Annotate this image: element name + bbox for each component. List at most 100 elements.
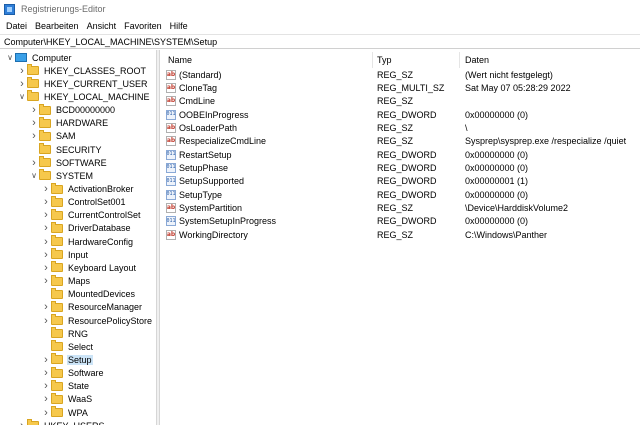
tree-node-label[interactable]: HKEY_CLASSES_ROOT bbox=[43, 66, 147, 76]
tree-node-label[interactable]: Setup bbox=[67, 354, 93, 365]
value-row[interactable]: ab SystemPartition REG_SZ \Device\HarddiskV… bbox=[160, 202, 640, 215]
chevron-right-icon[interactable]: › bbox=[41, 406, 51, 419]
chevron-right-icon[interactable]: › bbox=[41, 248, 51, 261]
value-row[interactable]: ab CloneTag REG_MULTI_SZ Sat May 07 05:28:2… bbox=[160, 81, 640, 94]
tree-node-label[interactable]: CurrentControlSet bbox=[67, 210, 142, 220]
column-header-name[interactable]: Name bbox=[168, 52, 192, 68]
value-name-cell[interactable]: 011 OOBEInProgress bbox=[166, 108, 249, 121]
tree-node[interactable]: › ResourceManager bbox=[41, 300, 143, 314]
value-name-cell[interactable]: 011 SetupPhase bbox=[166, 161, 228, 174]
tree-node-label[interactable]: Input bbox=[67, 250, 89, 260]
value-list[interactable]: Name Typ Daten ab (Standard) REG_SZ (Wert n… bbox=[160, 50, 640, 425]
menu-item-1[interactable]: Bearbeiten bbox=[31, 21, 83, 31]
value-name-cell[interactable]: ab CmdLine bbox=[166, 95, 215, 108]
chevron-down-icon[interactable]: ∨ bbox=[29, 169, 39, 182]
tree-node[interactable]: › DriverDatabase bbox=[41, 221, 132, 235]
tree-node-label[interactable]: Keyboard Layout bbox=[67, 263, 137, 273]
tree-node-label[interactable]: HKEY_USERS bbox=[43, 421, 106, 425]
tree-node[interactable]: › ControlSet001 bbox=[41, 195, 127, 209]
chevron-right-icon[interactable]: › bbox=[41, 196, 51, 209]
tree-node[interactable]: RNG bbox=[41, 327, 89, 340]
chevron-right-icon[interactable]: › bbox=[41, 314, 51, 327]
address-bar[interactable]: Computer\HKEY_LOCAL_MACHINE\SYSTEM\Setup bbox=[0, 34, 640, 49]
chevron-right-icon[interactable]: › bbox=[29, 117, 39, 130]
value-name-cell[interactable]: 011 SetupSupported bbox=[166, 175, 244, 188]
tree-node-label[interactable]: Software bbox=[67, 368, 105, 378]
tree-node[interactable]: SECURITY bbox=[29, 143, 103, 156]
value-name-cell[interactable]: ab SystemPartition bbox=[166, 202, 242, 215]
value-name-cell[interactable]: 011 SetupType bbox=[166, 188, 222, 201]
tree-node-label[interactable]: MountedDevices bbox=[67, 289, 136, 299]
tree-node[interactable]: › HKEY_CLASSES_ROOT bbox=[17, 64, 147, 77]
tree-node-label[interactable]: SAM bbox=[55, 131, 77, 141]
value-row[interactable]: ab (Standard) REG_SZ (Wert nicht festgelegt… bbox=[160, 68, 640, 81]
tree-node-label[interactable]: ControlSet001 bbox=[67, 197, 127, 207]
chevron-right-icon[interactable]: › bbox=[41, 393, 51, 406]
tree-node-label[interactable]: State bbox=[67, 381, 90, 391]
tree-node[interactable]: MountedDevices bbox=[41, 287, 136, 301]
tree-node-label[interactable]: Maps bbox=[67, 276, 91, 286]
tree-node-label[interactable]: SYSTEM bbox=[55, 171, 94, 181]
tree-node[interactable]: › WaaS bbox=[41, 392, 93, 406]
value-name-cell[interactable]: ab WorkingDirectory bbox=[166, 228, 248, 241]
chevron-right-icon[interactable]: › bbox=[17, 77, 27, 90]
menu-item-2[interactable]: Ansicht bbox=[83, 21, 121, 31]
tree-node[interactable]: › HardwareConfig bbox=[41, 235, 134, 248]
tree-node-label[interactable]: HKEY_CURRENT_USER bbox=[43, 79, 149, 89]
chevron-right-icon[interactable]: › bbox=[41, 301, 51, 314]
tree-node[interactable]: › CurrentControlSet bbox=[41, 208, 142, 222]
value-name-cell[interactable]: ab RespecializeCmdLine bbox=[166, 135, 266, 148]
tree-node-label[interactable]: ActivationBroker bbox=[67, 184, 135, 194]
tree-node[interactable]: › WPA bbox=[41, 406, 89, 419]
value-row[interactable]: 011 SetupSupported REG_DWORD 0x00000001 (1) bbox=[160, 175, 640, 188]
tree-node-label[interactable]: SECURITY bbox=[55, 145, 103, 155]
chevron-right-icon[interactable]: › bbox=[29, 130, 39, 143]
value-row[interactable]: ab RespecializeCmdLine REG_SZ Sysprep\syspr… bbox=[160, 135, 640, 148]
tree-node[interactable]: › HARDWARE bbox=[29, 116, 109, 130]
tree-node-label[interactable]: WaaS bbox=[67, 394, 93, 404]
address-text[interactable]: Computer\HKEY_LOCAL_MACHINE\SYSTEM\Setup bbox=[4, 37, 217, 47]
tree-node-label[interactable]: HardwareConfig bbox=[67, 237, 134, 247]
value-row[interactable]: 011 OOBEInProgress REG_DWORD 0x00000000 (0) bbox=[160, 108, 640, 121]
tree-node-label[interactable]: ResourcePolicyStore bbox=[67, 316, 153, 326]
tree-node-label[interactable]: SOFTWARE bbox=[55, 158, 108, 168]
tree-node-label[interactable]: HARDWARE bbox=[55, 118, 109, 128]
tree-node[interactable]: ∨ SYSTEM bbox=[29, 169, 94, 182]
chevron-right-icon[interactable]: › bbox=[41, 353, 51, 366]
chevron-down-icon[interactable]: ∨ bbox=[5, 51, 15, 64]
value-name-cell[interactable]: 011 RestartSetup bbox=[166, 148, 232, 161]
tree-node[interactable]: › Software bbox=[41, 366, 105, 380]
tree-node[interactable]: › State bbox=[41, 379, 90, 393]
tree-node-label[interactable]: WPA bbox=[67, 408, 89, 418]
value-name-cell[interactable]: ab CloneTag bbox=[166, 81, 217, 94]
value-row[interactable]: 011 RestartSetup REG_DWORD 0x00000000 (0) bbox=[160, 148, 640, 161]
column-header-type[interactable]: Typ bbox=[377, 52, 392, 68]
chevron-right-icon[interactable]: › bbox=[41, 261, 51, 274]
tree-node-label[interactable]: HKEY_LOCAL_MACHINE bbox=[43, 92, 151, 102]
tree-node-label[interactable]: ResourceManager bbox=[67, 302, 143, 312]
tree-node-label[interactable]: BCD00000000 bbox=[55, 105, 116, 115]
chevron-right-icon[interactable]: › bbox=[17, 419, 27, 425]
value-name-cell[interactable]: ab OsLoaderPath bbox=[166, 121, 237, 134]
chevron-right-icon[interactable]: › bbox=[41, 367, 51, 380]
tree-pane[interactable]: ∨ Computer › HKEY_CLASSES_ROOT › HKEY_CURRENT… bbox=[0, 50, 156, 425]
tree-node[interactable]: › ResourcePolicyStore bbox=[41, 314, 153, 327]
tree-node-label[interactable]: Select bbox=[67, 342, 94, 352]
value-name-cell[interactable]: 011 SystemSetupInProgress bbox=[166, 215, 276, 228]
chevron-right-icon[interactable]: › bbox=[41, 235, 51, 248]
value-row[interactable]: ab CmdLine REG_SZ bbox=[160, 95, 640, 108]
tree-node[interactable]: ∨ Computer bbox=[5, 51, 73, 64]
column-separator[interactable] bbox=[459, 52, 460, 68]
chevron-right-icon[interactable]: › bbox=[41, 209, 51, 222]
tree-node[interactable]: Select bbox=[41, 340, 94, 353]
tree-node[interactable]: › BCD00000000 bbox=[29, 103, 116, 117]
chevron-down-icon[interactable]: ∨ bbox=[17, 90, 27, 103]
tree-node-label[interactable]: RNG bbox=[67, 329, 89, 339]
chevron-right-icon[interactable]: › bbox=[29, 156, 39, 169]
chevron-right-icon[interactable]: › bbox=[41, 380, 51, 393]
tree-node-label[interactable]: DriverDatabase bbox=[67, 223, 132, 233]
value-row[interactable]: ab OsLoaderPath REG_SZ \ bbox=[160, 121, 640, 134]
column-separator[interactable] bbox=[372, 52, 373, 68]
tree-node[interactable]: › Input bbox=[41, 248, 89, 261]
chevron-right-icon[interactable]: › bbox=[41, 222, 51, 235]
